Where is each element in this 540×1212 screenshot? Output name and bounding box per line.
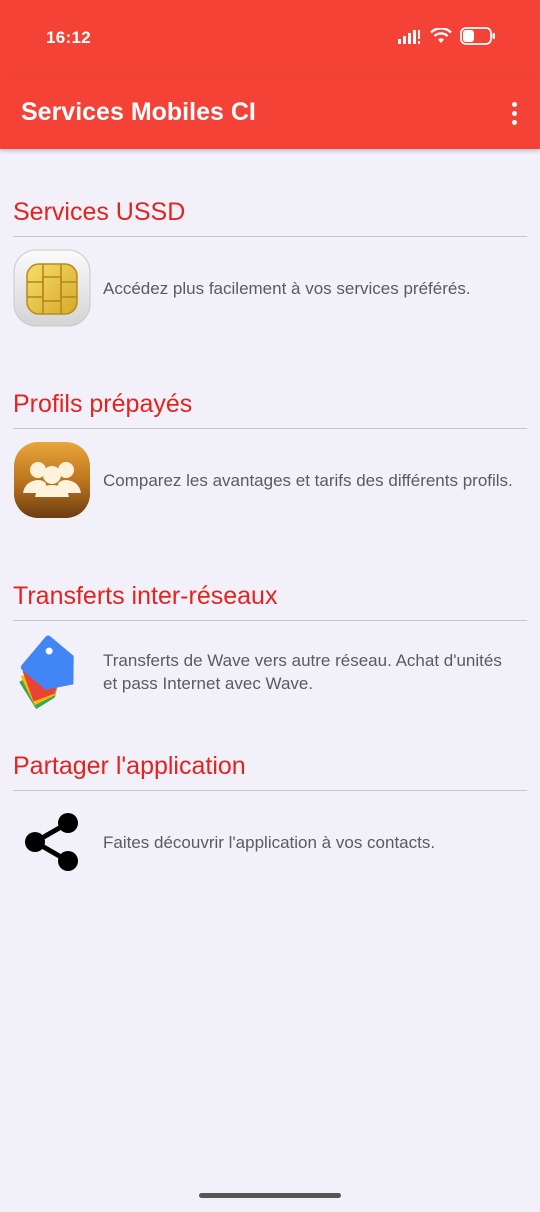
item-description: Faites découvrir l'application à vos con… <box>103 832 436 852</box>
sim-chip-icon <box>13 249 91 327</box>
divider <box>13 790 527 791</box>
item-description: Comparez les avantages et tarifs des dif… <box>103 470 513 490</box>
prepaid-profiles-item[interactable]: Comparez les avantages et tarifs des dif… <box>13 441 527 519</box>
signal-icon <box>398 30 420 44</box>
status-time: 16:12 <box>46 28 91 47</box>
ussd-services-item[interactable]: Accédez plus facilement à vos services p… <box>13 249 527 327</box>
wifi-icon <box>430 28 452 43</box>
price-tags-icon <box>13 633 91 711</box>
battery-icon <box>460 27 495 45</box>
divider <box>13 236 527 237</box>
status-icons <box>398 27 496 45</box>
item-description: Accédez plus facilement à vos services p… <box>103 278 471 298</box>
section-title: Services USSD <box>13 198 186 226</box>
divider <box>13 620 527 621</box>
section-transfers: Transferts inter-réseaux Transferts de W… <box>13 581 527 711</box>
more-vert-icon[interactable] <box>502 95 526 131</box>
share-app-item[interactable]: Faites découvrir l'application à vos con… <box>13 803 527 881</box>
app-title: Services Mobiles CI <box>21 98 256 126</box>
home-indicator[interactable] <box>199 1193 341 1198</box>
section-ussd: Services USSD Accédez plus facilement à … <box>13 197 527 327</box>
people-group-icon <box>13 441 91 519</box>
section-title: Transferts inter-réseaux <box>13 582 278 610</box>
section-profiles: Profils prépayés Comparez les avantages … <box>13 389 527 519</box>
section-title: Profils prépayés <box>13 390 193 418</box>
section-share: Partager l'application Faites découvrir … <box>13 751 527 881</box>
app-bar: Services Mobiles CI <box>0 78 540 149</box>
status-bar: 16:12 <box>0 0 540 78</box>
divider <box>13 428 527 429</box>
inter-network-transfers-item[interactable]: Transferts de Wave vers autre réseau. Ac… <box>13 633 527 711</box>
share-icon <box>13 803 91 881</box>
section-title: Partager l'application <box>13 752 246 780</box>
item-description: Transferts de Wave vers autre réseau. Ac… <box>103 651 502 693</box>
